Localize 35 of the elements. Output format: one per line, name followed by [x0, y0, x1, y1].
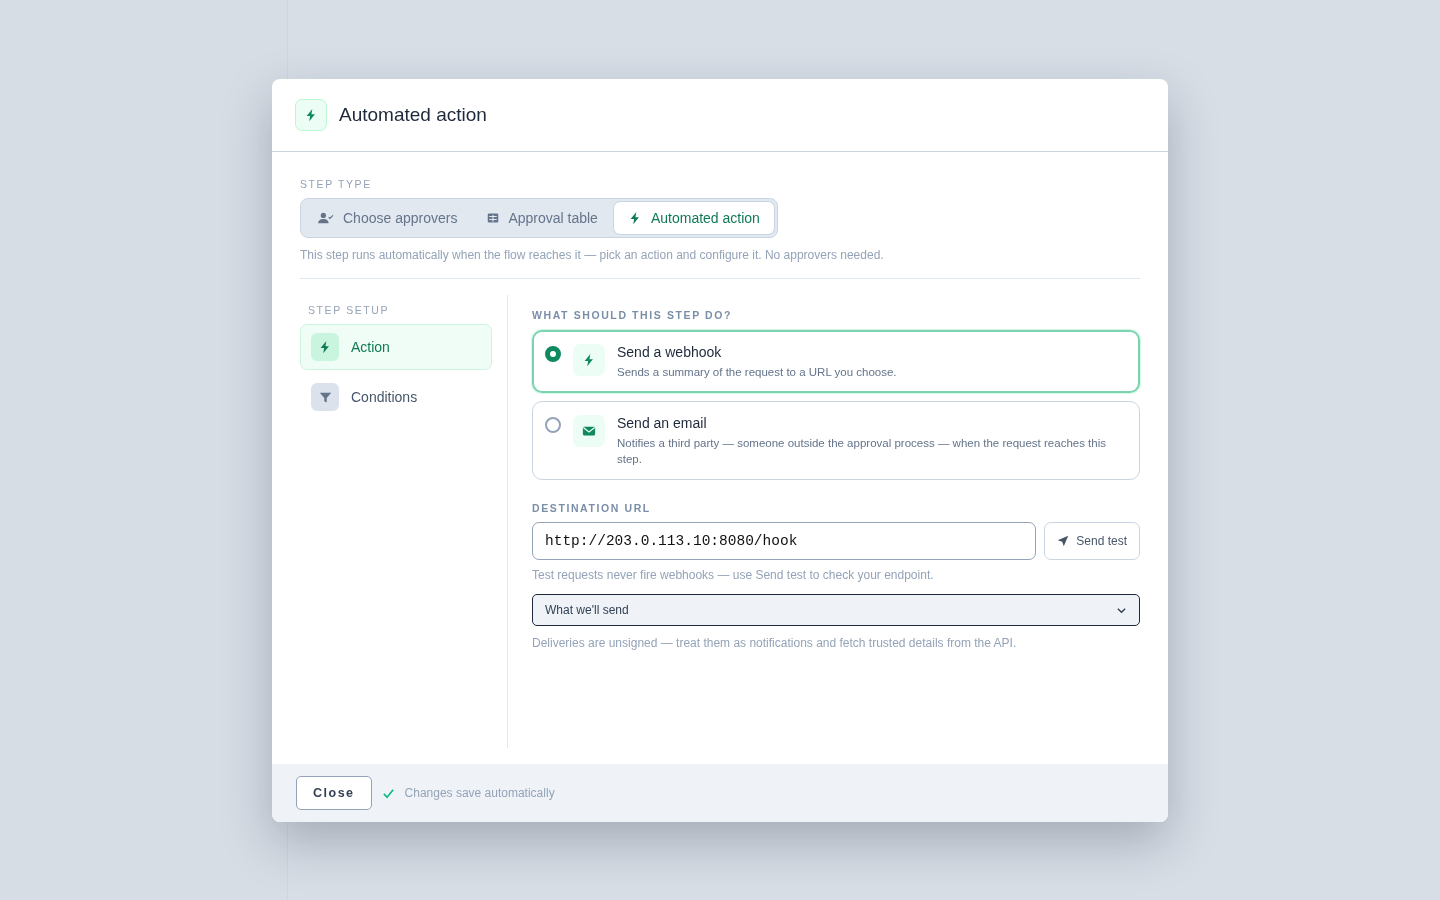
helper-text: Deliveries are unsigned — treat them as notifications and fetch trusted details from the API.: [532, 636, 1018, 650]
check-icon: [381, 786, 395, 800]
payload-dropdown[interactable]: What we'll send: [532, 594, 1140, 626]
helper-text: Test requests never fire webhooks — use Send test to check your endpoint.: [532, 568, 935, 582]
setup-nav-item[interactable]: Action: [300, 324, 492, 370]
radio-button[interactable]: [545, 417, 561, 433]
section-label: STEP SETUP: [307, 304, 391, 316]
option-description: Sends a summary of the request to a URL you choose.: [617, 365, 897, 380]
lightning-icon: [318, 340, 332, 354]
lightning-icon: [582, 353, 596, 367]
send-test-button[interactable]: Send test: [1044, 522, 1140, 560]
step-type-tab[interactable]: Approval table: [473, 202, 612, 234]
setup-nav-item[interactable]: Conditions: [300, 374, 492, 420]
helper-text: This step runs automatically when the flow reaches it — pick an action and configure it. No approvers needed.: [300, 248, 885, 262]
section-label: STEP TYPE: [300, 178, 373, 190]
table-icon: [487, 212, 500, 224]
autosave-status: Changes save automatically: [404, 786, 555, 800]
lightning-icon: [304, 108, 318, 122]
envelope-icon: [582, 424, 596, 438]
field-label: DESTINATION URL: [532, 502, 652, 514]
radio-button[interactable]: [545, 346, 561, 362]
step-type-tab[interactable]: Choose approvers: [304, 202, 472, 234]
close-button[interactable]: Close: [296, 776, 372, 810]
option-title: Send a webhook: [617, 344, 723, 360]
url-input-field[interactable]: http://203.0.113.10:8080/hook: [532, 522, 1037, 560]
option-title: Send an email: [617, 415, 708, 431]
user-check-icon: [318, 211, 334, 225]
dialog-title: Automated action: [339, 104, 487, 126]
action-option-card[interactable]: Send a webhook Sends a summary of the request to a URL you choose.: [532, 330, 1140, 393]
option-description: Notifies a third party — someone outside the approval process — when the request reaches this step.: [617, 436, 1107, 467]
filter-icon: [318, 390, 332, 404]
step-type-tab[interactable]: Automated action: [613, 202, 774, 234]
send-icon: [1057, 535, 1070, 547]
action-option-card[interactable]: Send an email Notifies a third party — someone outside the approval process — when the request reaches this step.: [532, 401, 1140, 480]
section-label: WHAT SHOULD THIS STEP DO?: [532, 309, 734, 321]
